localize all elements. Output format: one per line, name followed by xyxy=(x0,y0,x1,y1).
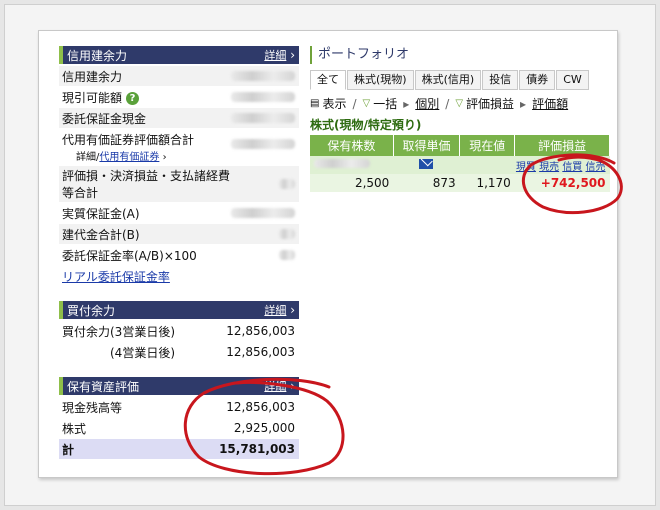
holdings-total-row: 計 15,781,003 xyxy=(59,439,299,460)
buying-detail-link[interactable]: 詳細 › xyxy=(264,302,295,318)
credit-row: 現引可能額? xyxy=(59,87,299,108)
tab-cw[interactable]: CW xyxy=(556,70,589,90)
credit-row: 代用有価証券評価額合計 詳細/代用有価証券 › xyxy=(59,129,299,166)
holdings-section-title: 保有資産評価 xyxy=(67,379,140,394)
masked-value xyxy=(231,208,295,218)
credit-row: 信用建余力 xyxy=(59,66,299,87)
holdings-row: 現金残高等 12,856,003 xyxy=(59,397,299,418)
left-column: 信用建余力 詳細 › 信用建余力 現引可能額? 委託保証金現金 代用有価証券評価… xyxy=(59,46,299,460)
price-cell: 1,170 xyxy=(459,174,515,192)
portfolio-title: ポートフォリオ xyxy=(310,46,610,64)
credit-detail-link[interactable]: 詳細 › xyxy=(264,47,295,63)
substitute-securities-sub: 詳細/代用有価証券 › xyxy=(76,152,167,163)
tab-stock-cash[interactable]: 株式(現物) xyxy=(347,70,414,90)
real-margin-rate-link[interactable]: リアル委託保証金率 xyxy=(62,268,170,285)
masked-value xyxy=(231,92,295,102)
mail-icon[interactable] xyxy=(419,158,434,169)
col-shares: 保有株数 xyxy=(310,135,394,156)
portfolio-table: 保有株数 取得単価 現在値 評価損益 現買 現売 信買 信売 2,500 873… xyxy=(310,135,610,192)
portfolio-tabs: 全て 株式(現物) 株式(信用) 投信 債券 CW xyxy=(310,70,610,90)
table-header-row: 保有株数 取得単価 現在値 評価損益 xyxy=(310,135,610,156)
chevron-right-icon: › xyxy=(162,152,167,163)
col-price: 現在値 xyxy=(459,135,516,156)
portfolio-column: ポートフォリオ 全て 株式(現物) 株式(信用) 投信 債券 CW ▤ 表示 /… xyxy=(310,46,610,192)
cost-cell: 873 xyxy=(393,174,460,192)
masked-value xyxy=(231,71,295,81)
masked-value xyxy=(231,139,295,149)
gain-cell: +742,500 xyxy=(514,174,610,192)
action-buy-cash[interactable]: 現買 xyxy=(516,162,536,173)
stock-section-heading: 株式(現物/特定預り) xyxy=(310,118,422,132)
eval-gain-option[interactable]: 評価損益 xyxy=(466,95,514,112)
holdings-row: 株式 2,925,000 xyxy=(59,418,299,439)
list-icon: ▤ xyxy=(310,98,320,109)
credit-row: 委託保証金率(A/B)×100 xyxy=(59,245,299,266)
buying-section-header: 買付余力 詳細 › xyxy=(59,301,299,319)
masked-value xyxy=(279,229,295,239)
tab-stock-margin[interactable]: 株式(信用) xyxy=(414,70,482,90)
chevron-right-icon: › xyxy=(290,48,295,62)
masked-stock-name xyxy=(314,159,370,168)
credit-row: 建代金合計(B) xyxy=(59,224,299,245)
masked-value xyxy=(279,250,295,260)
masked-value xyxy=(231,113,295,123)
triangle-down-icon: ▽ xyxy=(362,98,371,109)
tab-bonds[interactable]: 債券 xyxy=(519,70,556,90)
holdings-rows: 現金残高等 12,856,003 株式 2,925,000 計 15,781,0… xyxy=(59,397,299,460)
credit-rows: 信用建余力 現引可能額? 委託保証金現金 代用有価証券評価額合計 詳細/代用有価… xyxy=(59,66,299,287)
tab-funds[interactable]: 投信 xyxy=(482,70,519,90)
help-icon[interactable]: ? xyxy=(126,91,140,105)
shares-cell: 2,500 xyxy=(310,174,394,192)
tab-all[interactable]: 全て xyxy=(310,70,346,90)
holdings-section-header: 保有資産評価 詳細 › xyxy=(59,377,299,395)
credit-row: 実質保証金(A) xyxy=(59,203,299,224)
credit-row: 評価損・決済損益・支払諸経費等合計 xyxy=(59,166,299,203)
credit-section-title: 信用建余力 xyxy=(67,48,128,63)
buying-row: (4営業日後) 12,856,003 xyxy=(59,342,299,363)
substitute-securities-link[interactable]: 代用有価証券 xyxy=(99,152,159,163)
action-buy-margin[interactable]: 信買 xyxy=(562,162,582,173)
account-summary-panel: 信用建余力 詳細 › 信用建余力 現引可能額? 委託保証金現金 代用有価証券評価… xyxy=(38,30,623,478)
col-cost: 取得単価 xyxy=(393,135,461,156)
holdings-detail-link[interactable]: 詳細 › xyxy=(264,378,295,394)
real-margin-row: リアル委託保証金率 xyxy=(59,266,299,287)
credit-row: 委託保証金現金 xyxy=(59,108,299,129)
triangle-down-icon: ▽ xyxy=(455,98,464,109)
action-sell-margin[interactable]: 信売 xyxy=(586,162,606,173)
action-sell-cash[interactable]: 現売 xyxy=(539,162,559,173)
table-row: 2,500 873 1,170 +742,500 xyxy=(310,174,610,192)
buying-row: 買付余力(3営業日後) 12,856,003 xyxy=(59,321,299,342)
masked-value xyxy=(279,179,295,189)
chevron-right-icon: › xyxy=(290,303,295,317)
table-row: 現買 現売 信買 信売 xyxy=(310,156,610,174)
col-gain: 評価損益 xyxy=(514,135,610,156)
chevron-right-icon: › xyxy=(290,379,295,393)
buying-rows: 買付余力(3営業日後) 12,856,003 (4営業日後) 12,856,00… xyxy=(59,321,299,363)
credit-section-header: 信用建余力 詳細 › xyxy=(59,46,299,64)
display-label: 表示 xyxy=(322,97,347,111)
buying-section-title: 買付余力 xyxy=(67,303,116,318)
eval-amount-option[interactable]: 評価額 xyxy=(532,95,568,112)
bulk-option[interactable]: 一括 xyxy=(373,95,397,112)
individual-option[interactable]: 個別 xyxy=(415,95,439,112)
portfolio-toolbar: ▤ 表示 / ▽ 一括 ▸ 個別 / ▽ 評価損益 ▸ 評価額 xyxy=(310,95,569,112)
